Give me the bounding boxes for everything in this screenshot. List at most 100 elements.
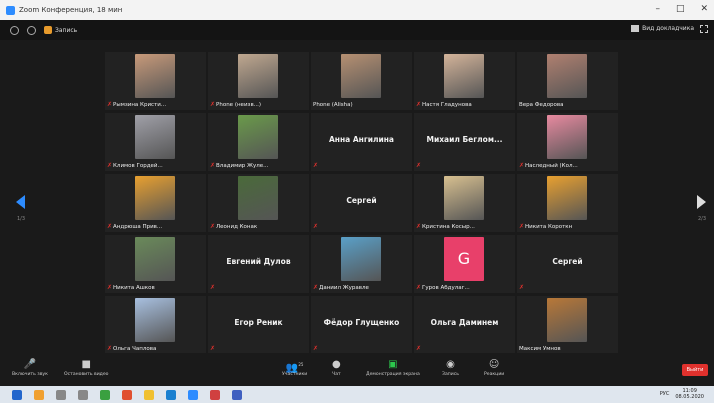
participant-name-center: Егор Реник xyxy=(234,318,283,327)
participant-tile[interactable]: Сергей ✗ xyxy=(517,235,618,293)
taskbar-app-icon[interactable] xyxy=(232,389,242,400)
participant-label: ✗ Никита Ашков xyxy=(107,284,155,291)
security-shield-icon[interactable] xyxy=(27,25,36,35)
participant-tile[interactable]: Михаил Беглом... ✗ xyxy=(414,113,515,171)
taskbar-app-icon[interactable] xyxy=(210,389,220,400)
participant-label: ✗ xyxy=(210,345,215,352)
taskbar-app-icon[interactable] xyxy=(100,389,110,400)
chrome-icon[interactable] xyxy=(122,389,132,400)
participant-tile[interactable]: Phone (Alisha) xyxy=(311,52,412,110)
share-screen-button[interactable]: ▣ Демонстрация экрана xyxy=(366,358,420,377)
muted-mic-icon: ✗ xyxy=(416,223,422,230)
reactions-button[interactable]: ☺ Реакции xyxy=(484,358,504,377)
participant-tile[interactable]: Егор Реник ✗ xyxy=(208,296,309,354)
windows-start-icon[interactable] xyxy=(12,389,22,400)
participant-tile[interactable]: Ольга Даминем ✗ xyxy=(414,296,515,354)
end-meeting-button[interactable]: Выйти xyxy=(682,364,708,376)
participant-label: ✗ xyxy=(313,345,318,352)
participants-label: Участники xyxy=(282,372,308,377)
participant-tile[interactable]: Анна Ангилина ✗ xyxy=(311,113,412,171)
participant-tile[interactable]: Евгений Дулов ✗ xyxy=(208,235,309,293)
participant-name: Андрюша Прив... xyxy=(113,223,163,230)
muted-mic-icon: ✗ xyxy=(210,223,216,230)
muted-mic-icon: ✗ xyxy=(313,345,319,352)
minimize-button[interactable]: – xyxy=(655,4,660,14)
participant-tile[interactable]: Фёдор Глущенко ✗ xyxy=(311,296,412,354)
language-indicator[interactable]: РУС xyxy=(660,391,670,397)
participant-name: Рымзина Кристи... xyxy=(113,101,167,108)
muted-mic-icon: ✗ xyxy=(519,223,525,230)
participant-tile[interactable]: ✗ Наследный (Кол... xyxy=(517,113,618,171)
participant-label: Максим Умнов xyxy=(519,346,561,352)
participant-label: ✗ Даниил Журавле xyxy=(313,284,369,291)
participant-tile[interactable]: G ✗ Гуров Абдулаг... xyxy=(414,235,515,293)
camera-icon: ■ xyxy=(81,359,91,370)
clock[interactable]: 11:09 08.05.2020 xyxy=(675,388,704,400)
record-button[interactable]: ◉ Запись xyxy=(442,358,459,377)
participant-video xyxy=(444,176,484,220)
muted-mic-icon: ✗ xyxy=(519,284,525,291)
participant-tile[interactable]: ✗ Рымзина Кристи... xyxy=(105,52,206,110)
view-mode-button[interactable]: Вид докладчика xyxy=(631,25,694,32)
participant-label: ✗ Андрюша Прив... xyxy=(107,223,162,230)
participant-tile[interactable]: ✗ Климов Гордей... xyxy=(105,113,206,171)
edge-icon[interactable] xyxy=(166,389,176,400)
participant-tile[interactable]: ✗ Настя Гладунова xyxy=(414,52,515,110)
prev-page-arrow-icon[interactable] xyxy=(16,195,25,209)
participant-tile[interactable]: Вера Федорова xyxy=(517,52,618,110)
participant-label: ✗ Наследный (Кол... xyxy=(519,162,578,169)
participant-video xyxy=(341,237,381,281)
meeting-toolbar: 🎤 Включить звук ■ Остановить видео 👥25 У… xyxy=(0,353,714,386)
participant-name: Владимир Жуле... xyxy=(216,162,269,169)
participant-label: ✗ Леонид Конак xyxy=(210,223,257,230)
fullscreen-icon[interactable] xyxy=(700,25,708,33)
participants-button[interactable]: 👥25 Участники xyxy=(282,358,307,377)
participant-label: ✗ xyxy=(313,162,318,169)
muted-mic-icon: ✗ xyxy=(416,101,422,108)
chat-button[interactable]: ● Чат xyxy=(332,358,341,377)
muted-mic-icon: ✗ xyxy=(416,284,422,291)
participant-label: ✗ Кристина Косыр... xyxy=(416,223,475,230)
participant-video xyxy=(135,237,175,281)
participant-tile[interactable]: Максим Умнов xyxy=(517,296,618,354)
unmute-button[interactable]: 🎤 Включить звук xyxy=(12,358,48,377)
muted-mic-icon: ✗ xyxy=(313,284,319,291)
participant-label: ✗ xyxy=(210,284,215,291)
record-label: Запись xyxy=(442,372,459,377)
participant-tile[interactable]: ✗ Никита Короткн xyxy=(517,174,618,232)
participant-name: Никита Короткн xyxy=(525,223,573,230)
participant-tile[interactable]: ✗ Никита Ашков xyxy=(105,235,206,293)
participants-icon: 👥25 xyxy=(285,362,304,374)
participant-tile[interactable]: ✗ Даниил Журавле xyxy=(311,235,412,293)
taskbar-app-icon[interactable] xyxy=(56,389,66,400)
participant-tile[interactable]: ✗ Леонид Конак xyxy=(208,174,309,232)
zoom-taskbar-icon[interactable] xyxy=(188,389,198,400)
maximize-button[interactable]: □ xyxy=(676,4,685,14)
gallery-view-icon xyxy=(631,25,640,32)
participant-tile[interactable]: ✗ Ольга Чаплова xyxy=(105,296,206,354)
close-button[interactable]: ✕ xyxy=(700,4,708,14)
participant-label: ✗ xyxy=(416,345,421,352)
next-page-arrow-icon[interactable] xyxy=(697,195,706,209)
avatar-initial: G xyxy=(444,237,484,281)
participant-video xyxy=(547,115,587,159)
system-tray: РУС 11:09 08.05.2020 xyxy=(660,388,704,400)
participant-tile[interactable]: ✗ Владимир Жуле... xyxy=(208,113,309,171)
taskbar-app-icon[interactable] xyxy=(78,389,88,400)
participants-count: 25 xyxy=(298,362,304,367)
muted-mic-icon: ✗ xyxy=(210,101,216,108)
participant-name: Наследный (Кол... xyxy=(525,162,578,169)
stop-video-button[interactable]: ■ Остановить видео xyxy=(64,358,109,377)
participant-tile[interactable]: ✗ Phone (неизв...) xyxy=(208,52,309,110)
participant-tile[interactable]: Сергей ✗ xyxy=(311,174,412,232)
info-icon[interactable] xyxy=(10,25,19,35)
taskbar-app-icon[interactable] xyxy=(34,389,44,400)
participant-video xyxy=(135,54,175,98)
participant-tile[interactable]: ✗ Кристина Косыр... xyxy=(414,174,515,232)
muted-mic-icon: ✗ xyxy=(210,345,216,352)
muted-mic-icon: ✗ xyxy=(107,284,113,291)
file-explorer-icon[interactable] xyxy=(144,389,154,400)
share-screen-label: Демонстрация экрана xyxy=(366,372,420,377)
participant-tile[interactable]: ✗ Андрюша Прив... xyxy=(105,174,206,232)
participant-name: Климов Гордей... xyxy=(113,162,163,169)
